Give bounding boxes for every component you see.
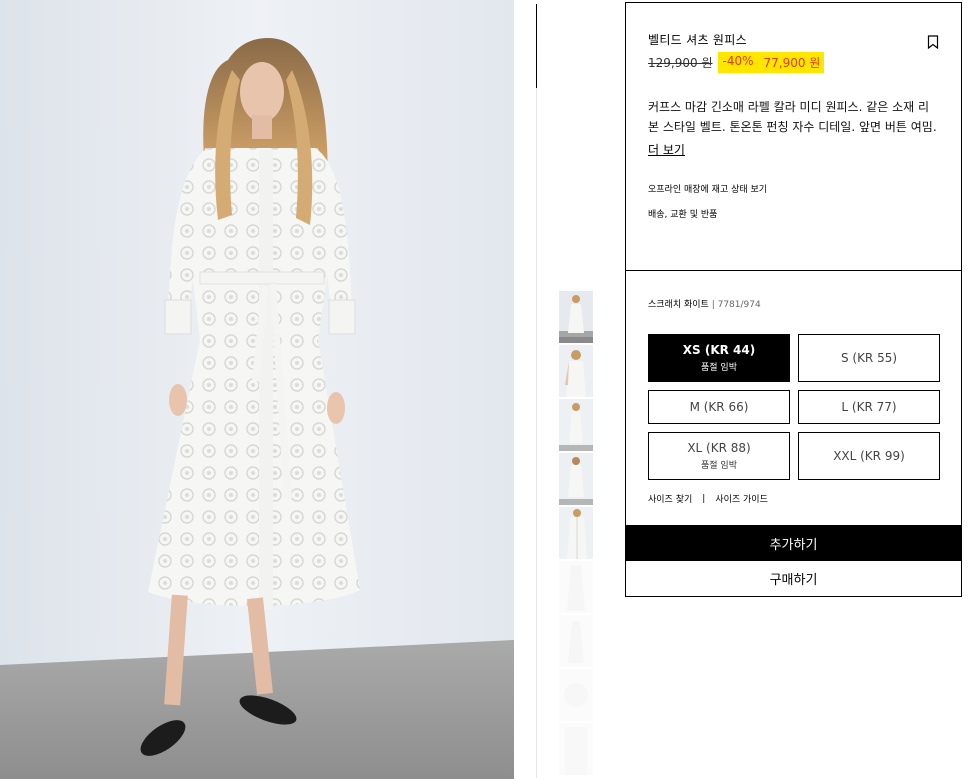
product-info-panel: 벨티드 셔츠 원피스 129,900 원 -40% 77,900 원 커프스 마… (625, 2, 962, 597)
size-label: XXL (KR 99) (833, 449, 905, 463)
divider (536, 4, 537, 88)
size-label: XL (KR 88) (687, 441, 751, 455)
divider-light (536, 88, 537, 778)
separator: | (702, 493, 706, 504)
thumbnail-6[interactable] (559, 561, 593, 613)
find-size-link[interactable]: 사이즈 찾기 (648, 492, 692, 505)
size-label: M (KR 66) (689, 400, 749, 414)
product-details: 벨티드 셔츠 원피스 129,900 원 -40% 77,900 원 커프스 마… (626, 3, 961, 271)
thumbnail-3[interactable] (559, 399, 593, 451)
store-stock-link[interactable]: 오프라인 매장에 재고 상태 보기 (648, 182, 939, 195)
size-guide-link[interactable]: 사이즈 가이드 (715, 492, 768, 505)
size-option-s[interactable]: S (KR 55) (798, 334, 940, 382)
price-row: 129,900 원 -40% 77,900 원 (648, 52, 939, 73)
product-main-image[interactable] (0, 0, 514, 779)
sale-price-badge: -40% 77,900 원 (718, 52, 825, 73)
thumbnail-4[interactable] (559, 453, 593, 505)
size-selector: 스크래치 화이트 | 7781/974 XS (KR 44) 품절 임박 S (… (626, 271, 961, 525)
thumbnail-5[interactable] (559, 507, 593, 559)
see-more-link[interactable]: 더 보기 (648, 141, 685, 158)
product-description: 커프스 마감 긴소매 라펠 칼라 미디 원피스. 같은 소재 리본 스타일 벨트… (648, 100, 937, 134)
color-code: | 7781/974 (711, 300, 761, 310)
shipping-returns-link[interactable]: 배송, 교환 및 반품 (648, 207, 939, 220)
size-note: 품절 임박 (701, 363, 737, 373)
add-to-cart-button[interactable]: 추가하기 (625, 525, 962, 561)
thumbnail-9[interactable] (559, 723, 593, 775)
size-option-xs[interactable]: XS (KR 44) 품절 임박 (648, 334, 790, 382)
size-links: 사이즈 찾기 | 사이즈 가이드 (648, 492, 939, 506)
bookmark-icon[interactable] (927, 34, 939, 50)
size-label: L (KR 77) (841, 400, 897, 414)
thumbnail-1[interactable] (559, 291, 593, 343)
size-option-xl[interactable]: XL (KR 88) 품절 임박 (648, 432, 790, 480)
discount-percent: -40% (722, 54, 754, 68)
color-name: 스크래치 화이트 (648, 300, 709, 310)
original-price: 129,900 원 (648, 56, 713, 70)
size-option-m[interactable]: M (KR 66) (648, 390, 790, 424)
size-option-l[interactable]: L (KR 77) (798, 390, 940, 424)
thumbnail-7[interactable] (559, 615, 593, 667)
sale-price: 77,900 원 (763, 56, 821, 70)
size-label: XS (KR 44) (682, 343, 756, 357)
thumbnail-2[interactable] (559, 345, 593, 397)
size-grid: XS (KR 44) 품절 임박 S (KR 55) M (KR 66) L (… (648, 334, 940, 480)
buy-now-button[interactable]: 구매하기 (626, 561, 961, 596)
size-option-xxl[interactable]: XXL (KR 99) (798, 432, 940, 480)
thumbnail-strip (559, 291, 593, 777)
size-note: 품절 임박 (701, 461, 737, 471)
product-title: 벨티드 셔츠 원피스 (648, 33, 747, 47)
size-label: S (KR 55) (840, 351, 898, 365)
thumbnail-8[interactable] (559, 669, 593, 721)
color-info: 스크래치 화이트 | 7781/974 (648, 297, 939, 310)
